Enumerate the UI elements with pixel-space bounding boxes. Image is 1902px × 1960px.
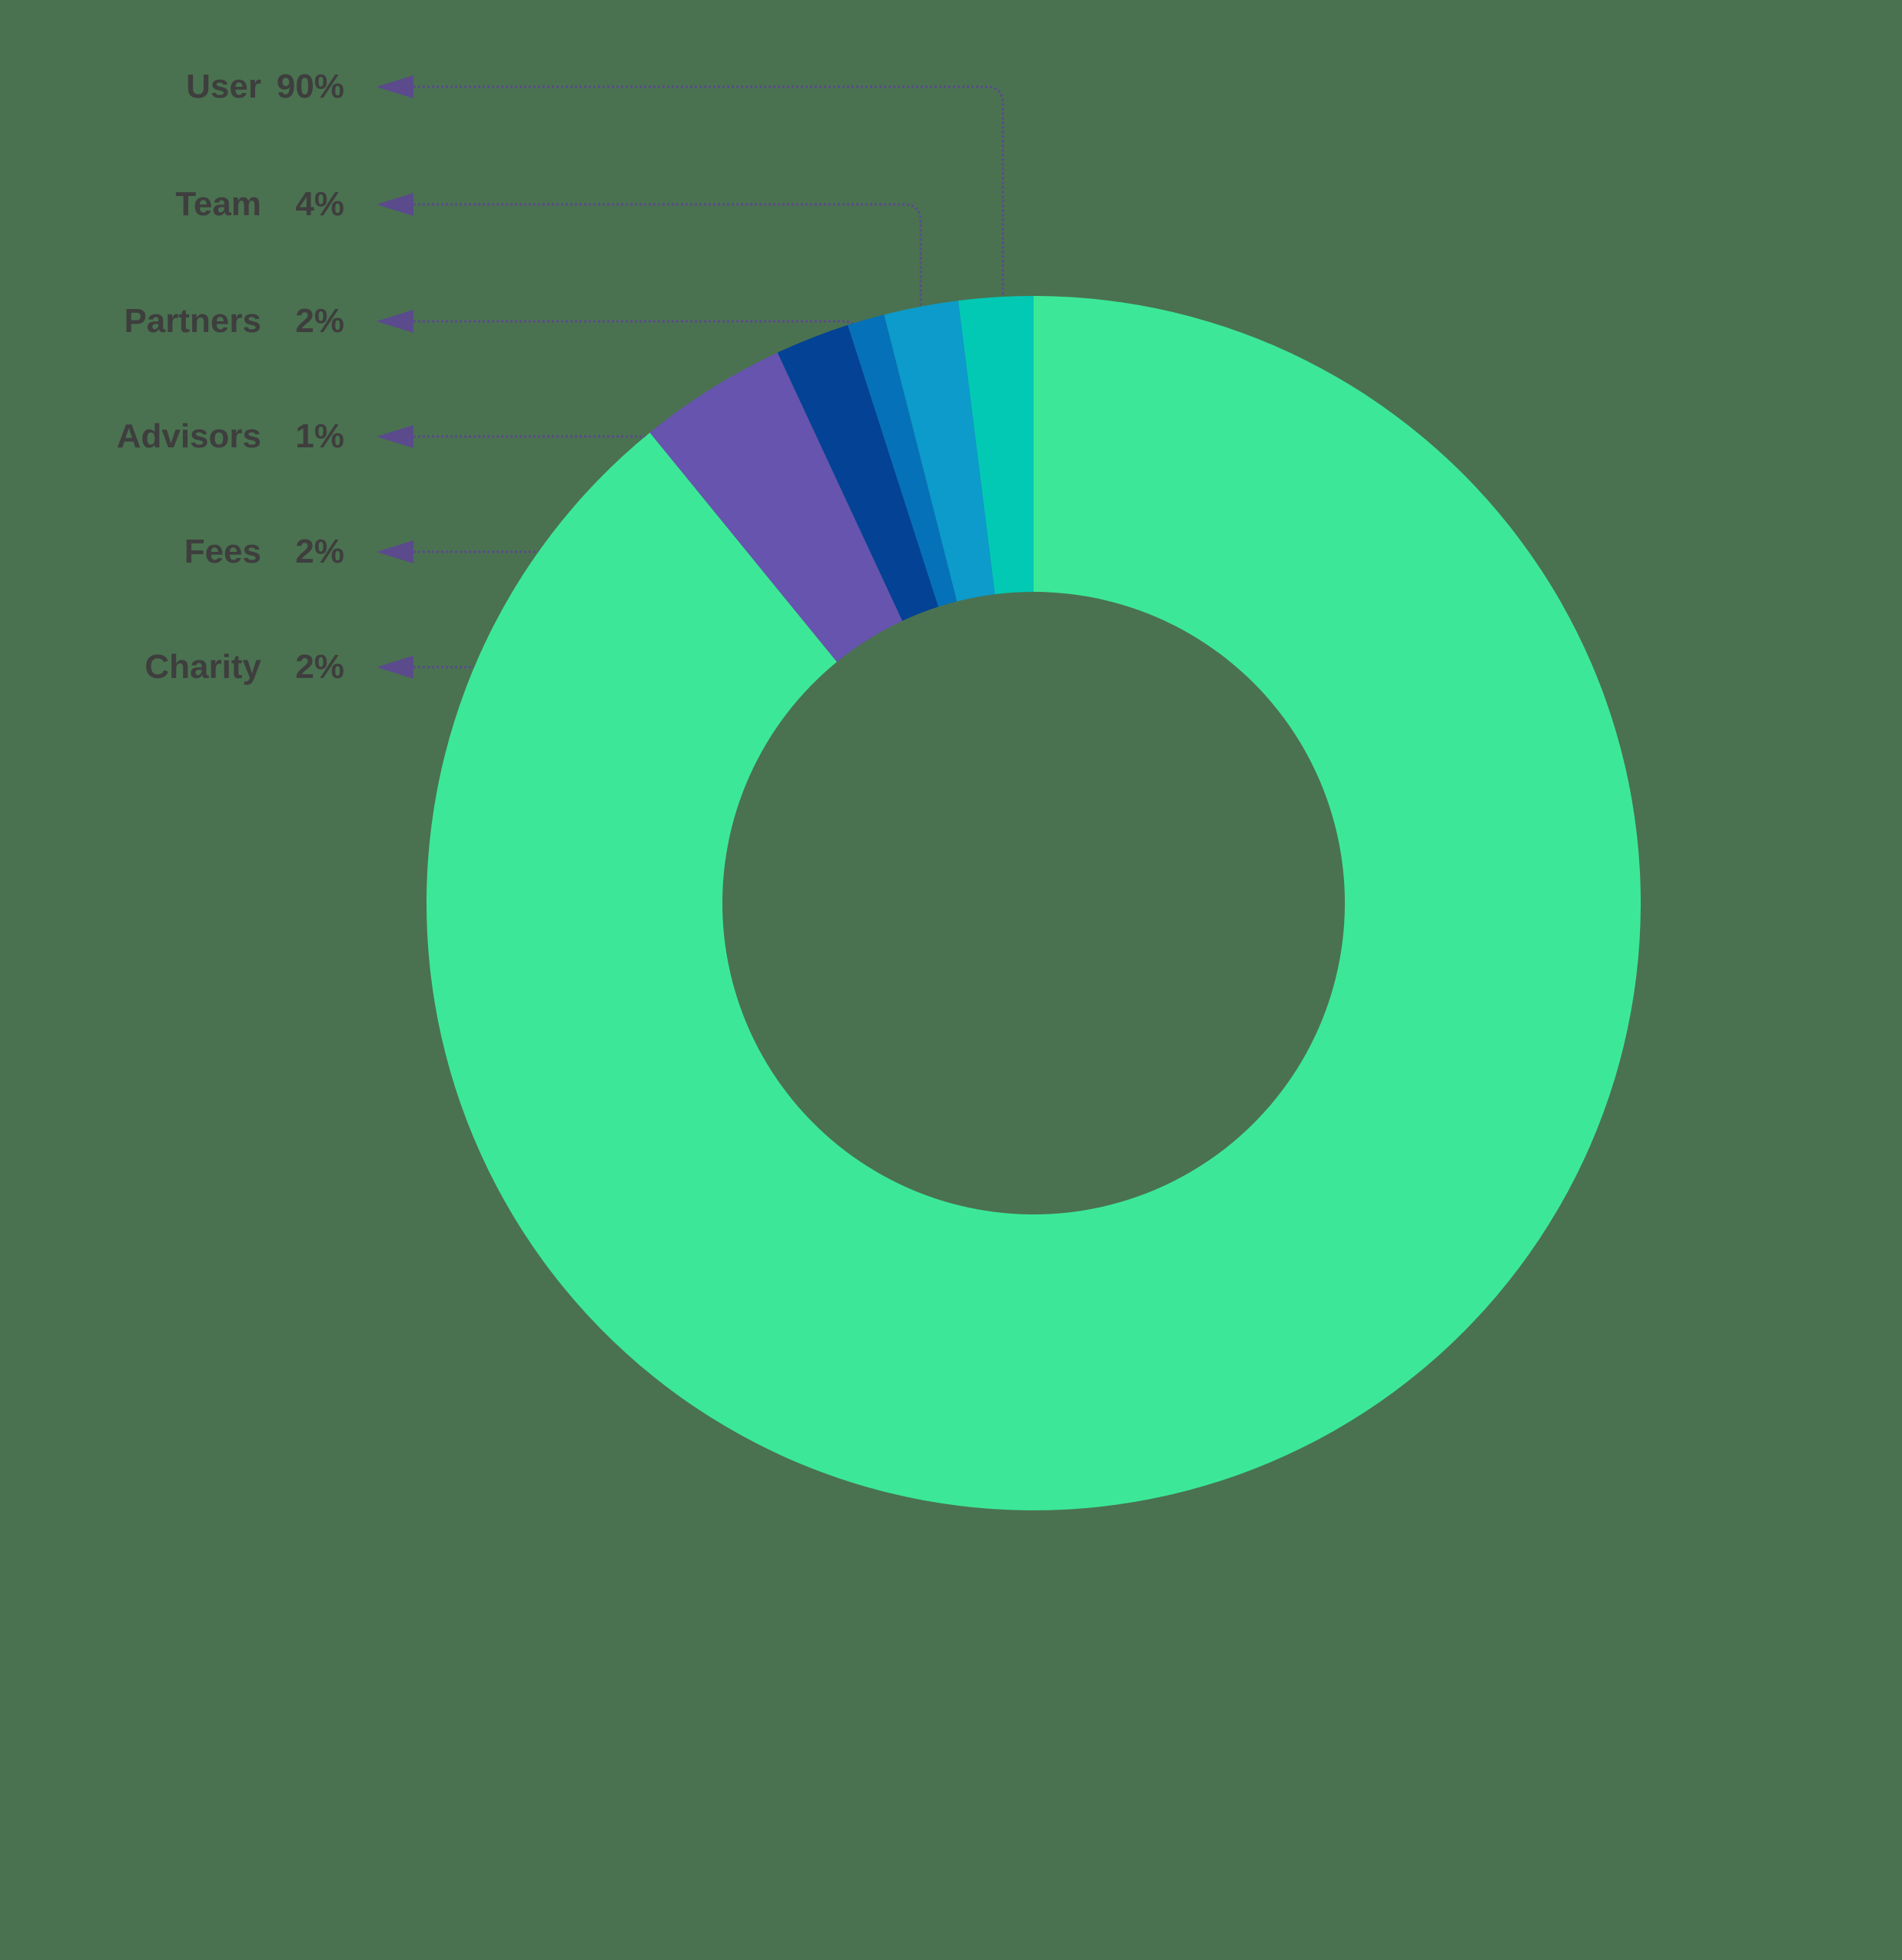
chart-canvas: User 90% Team 4% Partners 2% Advisors 1% Fees 2% C…: [0, 0, 1902, 1960]
slice-label-name: Partners: [124, 302, 261, 340]
leader-arrowhead-partners: [377, 310, 413, 333]
slice-label-name: Advisors: [116, 417, 261, 455]
leader-arrowhead-fees: [377, 540, 413, 563]
slice-label-name: User: [186, 68, 261, 105]
leader-arrowheads-group: [377, 75, 413, 679]
slice-label-name: Charity: [144, 648, 261, 686]
slice-label-name: Fees: [184, 533, 261, 570]
slice-label-percent: 2%: [295, 648, 344, 686]
slice-label-percent: 1%: [295, 417, 344, 455]
slice-label-percent: 90%: [276, 68, 344, 105]
slice-label-percent: 4%: [295, 185, 344, 223]
slice-label-percent: 2%: [295, 302, 344, 340]
donut-slices-group: [426, 296, 1641, 1510]
leader-arrowhead-team: [377, 193, 413, 216]
leader-arrowhead-user: [377, 75, 413, 98]
leader-arrowhead-advisors: [377, 425, 413, 448]
donut-chart-svg: [377, 75, 1641, 1510]
slice-label-percent: 2%: [295, 533, 344, 570]
leader-arrowhead-charity: [377, 656, 413, 679]
slice-label-name: Team: [175, 185, 261, 223]
